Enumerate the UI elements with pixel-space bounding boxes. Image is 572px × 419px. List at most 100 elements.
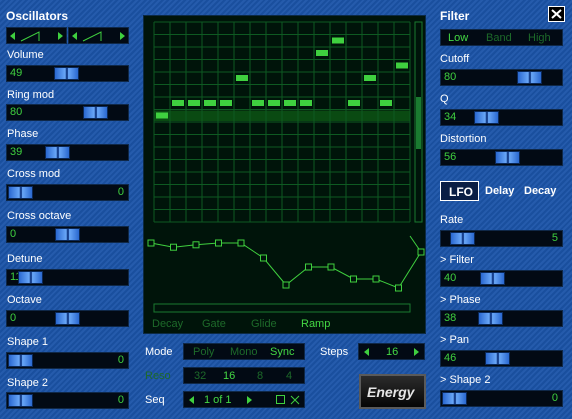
lfo-phase-slider[interactable]: 38 <box>440 310 563 327</box>
lfo-filter-slider[interactable]: 40 <box>440 270 563 287</box>
slider-knob[interactable] <box>494 151 520 164</box>
envelope-point[interactable] <box>237 239 245 247</box>
envelope-point[interactable] <box>215 239 222 247</box>
slider-knob[interactable] <box>473 111 499 124</box>
slider-knob[interactable] <box>55 312 80 325</box>
mode-sync[interactable]: Sync <box>270 346 294 358</box>
envelope-point[interactable] <box>282 281 290 289</box>
step-strip[interactable] <box>153 303 411 313</box>
mode-mono[interactable]: Mono <box>230 346 258 358</box>
envelope-point[interactable] <box>327 263 335 271</box>
step-note[interactable] <box>284 100 296 106</box>
delete-seq-icon[interactable] <box>290 395 300 405</box>
rate-slider[interactable]: 5 <box>440 230 563 247</box>
shape1-slider[interactable]: 0 <box>6 352 129 369</box>
detune-slider[interactable]: 11 <box>6 269 129 286</box>
reso-selector[interactable]: 32 16 8 4 <box>183 367 305 384</box>
seq-selector[interactable]: 1 of 1 <box>183 391 305 408</box>
note-scroll-thumb[interactable] <box>416 97 421 149</box>
filter-mode-low[interactable]: Low <box>448 32 468 44</box>
filter-mode-selector[interactable]: Low Band High <box>440 29 563 46</box>
close-button[interactable] <box>548 6 565 22</box>
step-note[interactable] <box>300 100 312 106</box>
crossoctave-slider[interactable]: 0 <box>6 226 129 243</box>
increment-icon[interactable] <box>414 348 419 356</box>
step-grid[interactable] <box>144 16 425 333</box>
distortion-slider[interactable]: 56 <box>440 149 563 166</box>
decrement-icon[interactable] <box>364 348 369 356</box>
reso-8[interactable]: 8 <box>257 370 263 382</box>
lfo-shape2-slider[interactable]: 0 <box>440 390 563 407</box>
step-note[interactable] <box>252 100 264 106</box>
step-note[interactable] <box>332 37 344 44</box>
tab-delay[interactable]: Delay <box>485 185 514 197</box>
q-slider[interactable]: 34 <box>440 109 563 126</box>
shape2-slider[interactable]: 0 <box>6 392 129 409</box>
seq-mode-glide[interactable]: Glide <box>251 318 277 330</box>
slider-knob[interactable] <box>44 146 70 159</box>
tab-lfo[interactable]: LFO <box>440 181 479 201</box>
envelope-point[interactable] <box>170 243 177 251</box>
tab-decay[interactable]: Decay <box>524 185 556 197</box>
envelope-point[interactable] <box>147 239 155 247</box>
steps-stepper[interactable]: 16 <box>358 343 425 360</box>
slider-knob[interactable] <box>55 228 80 241</box>
envelope-point[interactable] <box>192 241 200 249</box>
step-note[interactable] <box>236 75 248 81</box>
ringmod-slider[interactable]: 80 <box>6 104 129 121</box>
prev-icon <box>10 32 15 40</box>
volume-slider[interactable]: 49 <box>6 65 129 82</box>
step-note[interactable] <box>348 100 360 106</box>
step-note[interactable] <box>316 50 328 56</box>
step-note[interactable] <box>172 100 184 106</box>
envelope-point[interactable] <box>305 263 312 271</box>
slider-knob[interactable] <box>477 312 503 325</box>
osc2-shape-selector[interactable] <box>68 27 129 44</box>
envelope-point[interactable] <box>395 284 402 292</box>
slider-knob[interactable] <box>8 354 33 367</box>
step-note[interactable] <box>220 100 232 106</box>
reso-4[interactable]: 4 <box>286 370 292 382</box>
seq-mode-gate[interactable]: Gate <box>202 318 226 330</box>
slider-knob[interactable] <box>485 352 511 365</box>
prev-seq-icon[interactable] <box>189 396 194 404</box>
slider-knob[interactable] <box>442 392 467 405</box>
step-note[interactable] <box>188 100 200 106</box>
crossmod-slider[interactable]: 0 <box>6 184 129 201</box>
envelope-point[interactable] <box>260 254 267 262</box>
reso-16[interactable]: 16 <box>223 370 235 382</box>
slider-knob[interactable] <box>8 186 33 199</box>
mode-selector[interactable]: Poly Mono Sync <box>183 343 305 360</box>
slider-knob[interactable] <box>83 106 109 119</box>
cutoff-slider[interactable]: 80 <box>440 69 563 86</box>
step-note[interactable] <box>380 100 392 106</box>
envelope-point[interactable] <box>372 275 380 283</box>
seq-mode-ramp[interactable]: Ramp <box>301 318 330 330</box>
slider-knob[interactable] <box>517 71 543 84</box>
slider-knob[interactable] <box>54 67 80 80</box>
lfo-pan-slider[interactable]: 46 <box>440 350 563 367</box>
slider-knob[interactable] <box>479 272 505 285</box>
osc1-shape-selector[interactable] <box>6 27 67 44</box>
mode-poly[interactable]: Poly <box>193 346 214 358</box>
filter-mode-band[interactable]: Band <box>486 32 512 44</box>
envelope-point[interactable] <box>417 248 425 256</box>
slider-knob[interactable] <box>8 394 33 407</box>
octave-slider[interactable]: 0 <box>6 310 129 327</box>
phase-slider[interactable]: 39 <box>6 144 129 161</box>
step-note[interactable] <box>396 62 408 69</box>
reso-32[interactable]: 32 <box>194 370 206 382</box>
step-note[interactable] <box>364 75 376 81</box>
step-note[interactable] <box>156 112 168 119</box>
step-note[interactable] <box>204 100 216 106</box>
octave-value: 0 <box>10 312 17 324</box>
next-seq-icon[interactable] <box>247 396 252 404</box>
new-seq-icon[interactable] <box>276 395 285 404</box>
slider-knob[interactable] <box>449 232 475 245</box>
envelope-point[interactable] <box>350 275 357 283</box>
slider-knob[interactable] <box>18 271 44 284</box>
sequencer-display[interactable]: Decay Gate Glide Ramp <box>143 15 426 334</box>
filter-mode-high[interactable]: High <box>528 32 551 44</box>
seq-mode-decay[interactable]: Decay <box>152 318 183 330</box>
step-note[interactable] <box>268 100 280 106</box>
